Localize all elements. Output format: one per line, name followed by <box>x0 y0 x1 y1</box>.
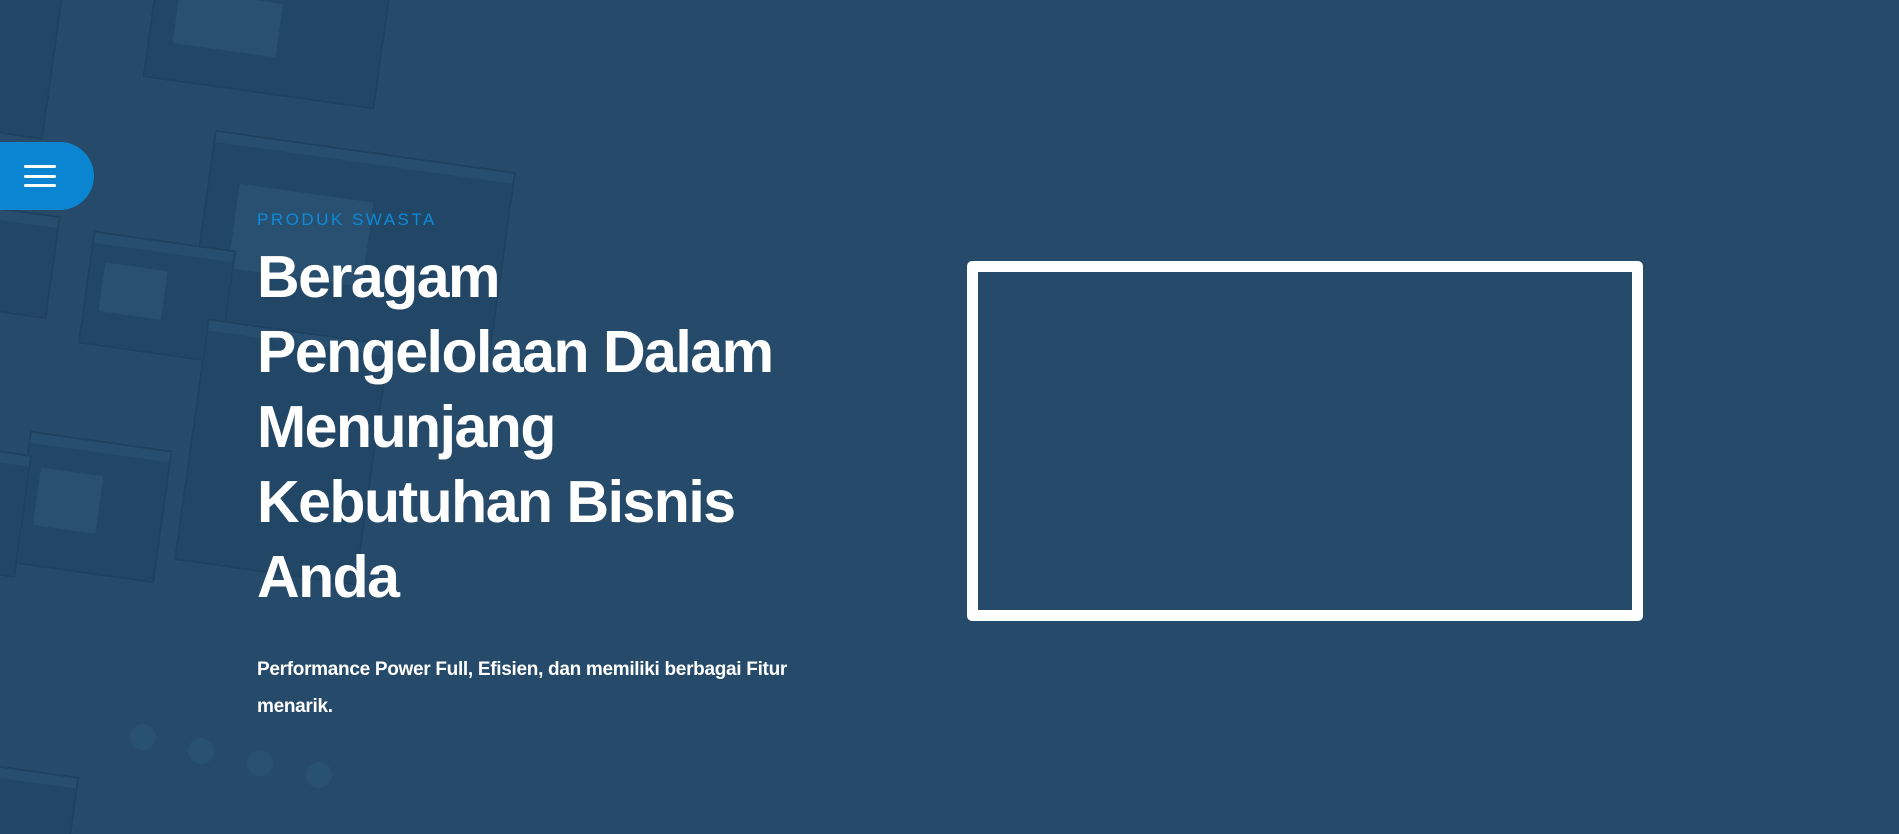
collage-icon-dot <box>306 762 332 788</box>
menu-toggle-button[interactable] <box>0 142 94 210</box>
collage-mockup <box>142 0 392 110</box>
collage-icon-dot <box>247 750 273 776</box>
hero-text-block: PRODUK SWASTA Beragam Pengelolaan Dalam … <box>257 210 817 725</box>
video-frame[interactable] <box>967 261 1643 621</box>
collage-mockup <box>0 763 80 834</box>
hamburger-menu-icon <box>24 165 56 187</box>
collage-icon-dot <box>188 738 214 764</box>
collage-mockup <box>0 204 61 320</box>
collage-icon-dot <box>130 724 156 750</box>
collage-mockup <box>0 0 65 140</box>
collage-mockup <box>11 430 173 584</box>
hero-subtext: Performance Power Full, Efisien, dan mem… <box>257 659 787 717</box>
hero-eyebrow: PRODUK SWASTA <box>257 210 437 229</box>
hero-headline: Beragam Pengelolaan Dalam Menunjang Kebu… <box>257 244 774 610</box>
